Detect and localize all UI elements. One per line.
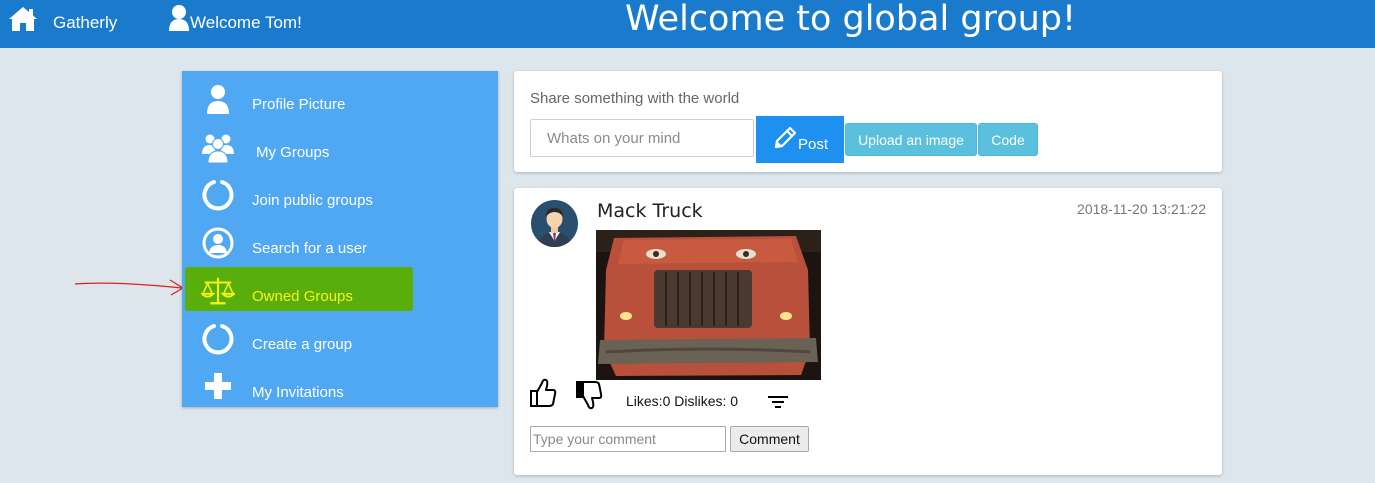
sidebar-item-label: Create a group xyxy=(252,336,353,353)
sidebar-item-label: My Groups xyxy=(256,144,330,161)
upload-image-button[interactable]: Upload an image xyxy=(845,123,977,156)
filter-icon[interactable] xyxy=(767,394,789,410)
post-button[interactable]: Post xyxy=(756,116,844,163)
user-circle-icon xyxy=(202,227,234,259)
user-icon xyxy=(207,85,229,114)
sidebar-item-my-invitations[interactable]: My Invitations xyxy=(182,364,498,412)
sidebar-item-my-groups[interactable]: My Groups xyxy=(182,124,498,172)
status-input[interactable] xyxy=(530,119,754,157)
brand-link[interactable]: Gatherly xyxy=(53,13,117,33)
plus-icon xyxy=(205,373,231,399)
sidebar-item-label: Profile Picture xyxy=(252,96,346,113)
code-button[interactable]: Code xyxy=(978,123,1038,156)
sidebar-item-profile-picture[interactable]: Profile Picture xyxy=(182,76,498,124)
top-navbar: Gatherly Welcome Tom! Welcome to global … xyxy=(0,0,1375,48)
sidebar-item-label: My Invitations xyxy=(252,384,344,401)
sidebar-item-create-group[interactable]: Create a group xyxy=(182,316,498,364)
sidebar-item-label: Join public groups xyxy=(252,192,373,209)
sidebar-item-join-public-groups[interactable]: Join public groups xyxy=(182,172,498,220)
post-author[interactable]: Mack Truck xyxy=(597,200,703,222)
share-label: Share something with the world xyxy=(530,90,740,107)
comment-button[interactable]: Comment xyxy=(730,426,809,452)
pencil-icon xyxy=(774,126,797,149)
likes-dislikes-count: Likes:0 Dislikes: 0 xyxy=(626,393,739,409)
sidebar-item-label: Owned Groups xyxy=(252,288,353,305)
post-timestamp: 2018-11-20 13:21:22 xyxy=(1077,201,1206,217)
sidebar-menu: Profile Picture My Groups Join public gr… xyxy=(182,71,498,407)
avatar xyxy=(531,200,578,247)
balance-scale-icon xyxy=(201,277,235,305)
welcome-user-link[interactable]: Welcome Tom! xyxy=(190,13,302,33)
circle-notch-icon xyxy=(202,324,234,355)
home-icon[interactable] xyxy=(8,5,38,33)
share-card: Share something with the world Post Uplo… xyxy=(514,71,1222,172)
page-title: Welcome to global group! xyxy=(625,0,1077,39)
circle-notch-icon xyxy=(202,180,234,211)
users-icon xyxy=(202,134,234,164)
post-image xyxy=(596,230,821,380)
sidebar-item-label: Search for a user xyxy=(252,240,368,257)
annotation-arrow xyxy=(74,279,185,296)
post-card: Mack Truck 2018-11-20 13:21:22 Likes:0 D… xyxy=(514,188,1222,475)
thumbs-down-icon[interactable] xyxy=(575,380,603,410)
post-button-label: Post xyxy=(798,136,829,153)
sidebar-item-owned-groups[interactable]: Owned Groups xyxy=(182,267,498,316)
sidebar-item-search-user[interactable]: Search for a user xyxy=(182,220,498,268)
comment-input[interactable] xyxy=(530,426,726,452)
thumbs-up-icon[interactable] xyxy=(529,378,557,408)
user-icon xyxy=(169,5,189,31)
